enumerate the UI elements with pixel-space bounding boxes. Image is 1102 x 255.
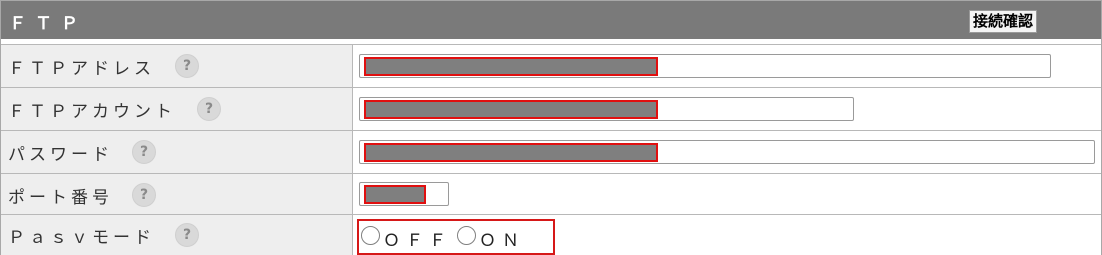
ftp-address-value-cell	[353, 45, 1101, 87]
section-title: ＦＴＰ	[9, 14, 87, 34]
pasv-mode-label-cell: Ｐａｓｖモード ?	[1, 215, 353, 255]
help-icon[interactable]: ?	[132, 183, 156, 207]
password-row: パスワード ?	[1, 130, 1101, 173]
redacted-value	[364, 185, 426, 204]
ftp-account-input[interactable]	[359, 97, 854, 121]
password-input[interactable]	[359, 140, 1095, 164]
password-label: パスワード	[8, 145, 113, 165]
pasv-mode-radio-group: ＯＦＦ ＯＮ	[357, 219, 555, 255]
ftp-account-value-cell	[353, 88, 1101, 130]
pasv-mode-row: Ｐａｓｖモード ? ＯＦＦ ＯＮ	[1, 214, 1101, 255]
password-label-cell: パスワード ?	[1, 131, 353, 173]
redacted-value	[364, 57, 658, 76]
port-input[interactable]	[359, 182, 449, 206]
password-value-cell	[353, 131, 1101, 173]
pasv-on-radio[interactable]	[457, 226, 476, 245]
help-icon[interactable]: ?	[132, 140, 156, 164]
ftp-address-label: ＦＴＰアドレス	[8, 59, 155, 79]
pasv-on-label[interactable]: ＯＮ	[479, 226, 525, 251]
ftp-address-label-cell: ＦＴＰアドレス ?	[1, 45, 353, 87]
ftp-account-row: ＦＴＰアカウント ?	[1, 87, 1101, 130]
ftp-address-row: ＦＴＰアドレス ?	[1, 44, 1101, 87]
help-icon[interactable]: ?	[175, 54, 199, 78]
help-icon[interactable]: ?	[175, 223, 199, 247]
connection-check-button[interactable]: 接続確認	[969, 10, 1038, 33]
port-label: ポート番号	[8, 188, 113, 208]
ftp-account-label-cell: ＦＴＰアカウント ?	[1, 88, 353, 130]
ftp-header: ＦＴＰ 接続確認	[1, 1, 1101, 39]
port-row: ポート番号 ?	[1, 173, 1101, 216]
ftp-settings-panel: ＦＴＰ 接続確認 ＦＴＰアドレス ? ＦＴＰアカウント ? パスワード ? ポー…	[0, 0, 1102, 255]
port-label-cell: ポート番号 ?	[1, 174, 353, 216]
pasv-off-radio[interactable]	[361, 226, 380, 245]
redacted-value	[364, 143, 658, 162]
help-icon[interactable]: ?	[197, 97, 221, 121]
ftp-address-input[interactable]	[359, 54, 1051, 78]
pasv-mode-value-cell: ＯＦＦ ＯＮ	[353, 215, 1101, 255]
redacted-value	[364, 100, 658, 119]
ftp-account-label: ＦＴＰアカウント	[8, 102, 176, 122]
port-value-cell	[353, 174, 1101, 216]
pasv-off-label[interactable]: ＯＦＦ	[383, 226, 452, 251]
pasv-mode-label: Ｐａｓｖモード	[8, 228, 155, 248]
